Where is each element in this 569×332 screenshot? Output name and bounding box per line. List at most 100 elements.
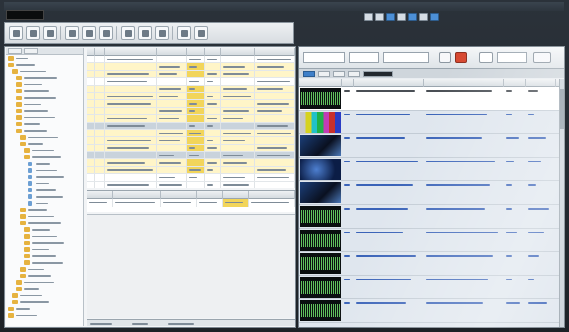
tab-video[interactable] [348,70,360,77]
tab-audio[interactable] [333,70,345,77]
table-row[interactable] [87,85,295,93]
tree-item[interactable] [6,101,83,108]
table-row[interactable] [87,70,295,79]
tab-groups[interactable] [24,48,38,54]
stop-square-icon[interactable] [479,52,493,63]
tree-item[interactable] [6,246,83,253]
tree-item[interactable] [6,68,83,75]
detail-column-header[interactable] [197,191,223,199]
table-row[interactable] [87,122,295,130]
redo-button[interactable] [138,26,152,40]
settings-button[interactable] [194,26,208,40]
detail-row[interactable] [87,199,295,207]
table-row[interactable] [87,115,295,123]
detail-column-header[interactable] [113,191,161,199]
filter-select[interactable] [349,52,379,63]
tree-item[interactable] [6,62,83,69]
grid-column-header[interactable] [95,48,105,56]
table-row[interactable] [87,181,295,188]
detail-column-header[interactable] [223,191,249,199]
tree-item[interactable] [6,134,83,141]
grid-column-header[interactable] [105,48,157,56]
tree-item[interactable] [6,108,83,115]
waveform-thumbnail[interactable] [300,88,341,109]
table-row[interactable] [87,144,295,153]
tree-item[interactable] [6,75,83,82]
table-row[interactable] [87,107,295,116]
media-column-header[interactable] [354,79,424,87]
media-item[interactable] [299,276,564,300]
tree-item[interactable] [6,266,83,273]
tree-item[interactable] [6,55,83,62]
video-thumbnail[interactable] [300,182,341,204]
waveform-thumbnail[interactable] [300,205,341,227]
waveform-thumbnail[interactable] [300,276,341,298]
lock-icon[interactable] [439,52,451,63]
tree-item[interactable] [6,161,83,168]
tree-item[interactable] [6,128,83,135]
table-row[interactable] [87,56,295,64]
media-item[interactable] [299,87,564,111]
tree-item[interactable] [6,292,83,299]
tree-item[interactable] [6,187,83,194]
table-row[interactable] [87,129,295,138]
pause-icon[interactable] [397,13,406,21]
media-column-header[interactable] [342,79,354,87]
tree-item[interactable] [6,279,83,286]
table-row[interactable] [87,100,295,108]
tree-item[interactable] [6,95,83,102]
tree-item[interactable] [6,141,83,148]
table-row[interactable] [87,137,295,145]
forward-icon[interactable] [408,13,417,21]
detail-column-header[interactable] [87,191,113,199]
tree-item[interactable] [6,174,83,181]
print-button[interactable] [43,26,57,40]
grid-column-header[interactable] [187,48,205,56]
rewind-icon[interactable] [364,13,373,21]
record-icon[interactable] [455,52,467,63]
tree-item[interactable] [6,299,83,306]
tree-item[interactable] [6,180,83,187]
table-row[interactable] [87,166,295,175]
stop-icon[interactable] [375,13,384,21]
media-list-scrollbar[interactable] [559,79,564,327]
table-row[interactable] [87,78,295,86]
tree-item[interactable] [6,273,83,280]
tree-item[interactable] [6,88,83,95]
media-item[interactable] [299,299,564,323]
undo-button[interactable] [121,26,135,40]
copy-button[interactable] [82,26,96,40]
media-item[interactable] [299,229,564,253]
cut-button[interactable] [65,26,79,40]
media-item[interactable] [299,205,564,229]
table-row[interactable] [87,174,295,182]
options-field[interactable] [497,52,527,63]
find-button[interactable] [155,26,169,40]
video-thumbnail[interactable] [300,158,341,180]
media-column-header[interactable] [526,79,556,87]
tab-list[interactable] [303,70,315,77]
tree-item[interactable] [6,154,83,161]
detail-column-header[interactable] [161,191,197,199]
media-column-header[interactable] [299,79,342,87]
record-icon[interactable] [419,13,428,21]
tree-item[interactable] [6,240,83,247]
save-button[interactable] [26,26,40,40]
tree-item[interactable] [6,81,83,88]
paste-button[interactable] [99,26,113,40]
tree-item[interactable] [6,226,83,233]
tree-item[interactable] [6,259,83,266]
loop-icon[interactable] [430,13,439,21]
play-icon[interactable] [386,13,395,21]
waveform-thumbnail[interactable] [300,300,341,322]
tree-item[interactable] [6,193,83,200]
media-item[interactable] [299,252,564,276]
table-row[interactable] [87,92,295,101]
tree-item[interactable] [6,306,83,313]
tab-folders[interactable] [8,48,22,54]
grid-column-header[interactable] [87,48,95,56]
open-button[interactable] [9,26,23,40]
media-item[interactable] [299,158,564,182]
grid-column-header[interactable] [255,48,295,56]
export-icon[interactable] [533,52,551,63]
